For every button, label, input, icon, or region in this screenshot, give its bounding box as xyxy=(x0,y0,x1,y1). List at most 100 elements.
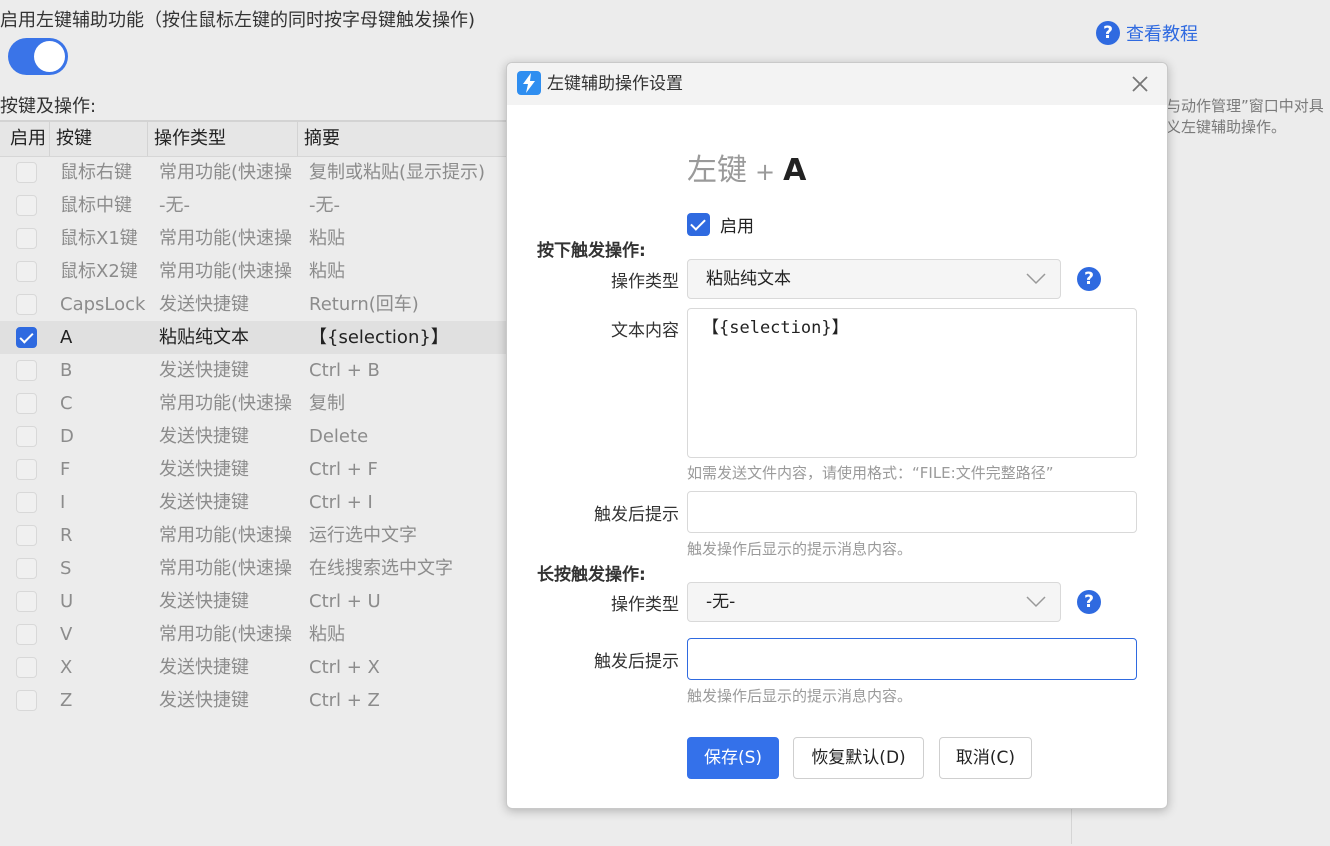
table-row[interactable]: B 发送快捷键 Ctrl + B xyxy=(0,354,506,387)
row-enable-checkbox[interactable] xyxy=(16,261,37,282)
table-row[interactable]: A 粘贴纯文本 【{selection}】 xyxy=(0,321,506,354)
header-op-type[interactable]: 操作类型 xyxy=(148,122,298,156)
help-icon[interactable]: ? xyxy=(1077,590,1101,614)
save-button[interactable]: 保存(S) xyxy=(687,737,779,779)
row-op-type: 常用功能(快速操 xyxy=(159,162,293,183)
row-key: A xyxy=(60,327,73,348)
row-enable-checkbox[interactable] xyxy=(16,492,37,513)
after-tip-hint: 触发操作后显示的提示消息内容。 xyxy=(687,540,913,558)
dialog-title: 左键辅助操作设置 xyxy=(547,74,683,94)
close-icon xyxy=(1132,76,1148,92)
table-row[interactable]: 鼠标右键 常用功能(快速操 复制或粘贴(显示提示) xyxy=(0,156,506,189)
row-enable-checkbox[interactable] xyxy=(16,360,37,381)
row-enable-checkbox[interactable] xyxy=(16,591,37,612)
after-tip-label: 触发后提示 xyxy=(594,505,679,525)
row-key: U xyxy=(60,591,74,612)
row-op-type: 常用功能(快速操 xyxy=(159,558,293,579)
reset-button[interactable]: 恢复默认(D) xyxy=(793,737,924,779)
row-op-type: 常用功能(快速操 xyxy=(159,228,293,249)
row-summary: 复制或粘贴(显示提示) xyxy=(309,162,486,183)
tutorial-link[interactable]: ? 查看教程 xyxy=(1096,20,1198,46)
row-enable-checkbox[interactable] xyxy=(16,228,37,249)
combo-modifier: 左键 xyxy=(687,153,747,188)
select-value: 粘贴纯文本 xyxy=(706,269,791,289)
row-enable-checkbox[interactable] xyxy=(16,162,37,183)
row-enable-checkbox[interactable] xyxy=(16,459,37,480)
table-row[interactable]: Z 发送快捷键 Ctrl + Z xyxy=(0,684,506,717)
op-type-label: 操作类型 xyxy=(611,272,679,292)
row-summary: -无- xyxy=(309,195,340,216)
long-press-section-label: 长按触发操作: xyxy=(537,565,646,585)
long-after-tip-input[interactable] xyxy=(687,638,1137,680)
row-op-type: 常用功能(快速操 xyxy=(159,393,293,414)
long-after-tip-hint: 触发操作后显示的提示消息内容。 xyxy=(687,687,913,705)
feature-title: 启用左键辅助功能（按住鼠标左键的同时按字母键触发操作) xyxy=(0,10,476,31)
row-key: 鼠标X1键 xyxy=(60,228,138,249)
row-enable-checkbox[interactable] xyxy=(16,690,37,711)
help-icon[interactable]: ? xyxy=(1077,267,1101,291)
row-key: D xyxy=(60,426,74,447)
press-op-type-select[interactable]: 粘贴纯文本 xyxy=(687,259,1061,299)
table-row[interactable]: 鼠标X1键 常用功能(快速操 粘贴 xyxy=(0,222,506,255)
settings-dialog: 左键辅助操作设置 左键 + A 启用 按下触发操作: 操作类型 粘贴纯文本 ? 文本… xyxy=(506,62,1168,809)
checkbox-checked-icon xyxy=(687,213,710,236)
row-op-type: 发送快捷键 xyxy=(159,591,249,612)
row-key: C xyxy=(60,393,73,414)
row-key: CapsLock xyxy=(60,294,146,315)
long-after-tip-label: 触发后提示 xyxy=(594,652,679,672)
table-row[interactable]: V 常用功能(快速操 粘贴 xyxy=(0,618,506,651)
row-enable-checkbox[interactable] xyxy=(16,624,37,645)
table-row[interactable]: F 发送快捷键 Ctrl + F xyxy=(0,453,506,486)
long-op-type-select[interactable]: -无- xyxy=(687,582,1061,622)
table-row[interactable]: 鼠标X2键 常用功能(快速操 粘贴 xyxy=(0,255,506,288)
long-op-type-label: 操作类型 xyxy=(611,595,679,615)
row-key: 鼠标X2键 xyxy=(60,261,138,282)
row-enable-checkbox[interactable] xyxy=(16,393,37,414)
row-enable-checkbox[interactable] xyxy=(16,657,37,678)
table-row[interactable]: CapsLock 发送快捷键 Return(回车) xyxy=(0,288,506,321)
table-row[interactable]: S 常用功能(快速操 在线搜索选中文字 xyxy=(0,552,506,585)
row-summary: Ctrl + B xyxy=(309,360,380,381)
row-summary: 复制 xyxy=(309,393,345,414)
close-button[interactable] xyxy=(1129,73,1151,95)
table-row[interactable]: 鼠标中键 -无- -无- xyxy=(0,189,506,222)
enable-checkbox[interactable]: 启用 xyxy=(687,212,754,237)
table-row[interactable]: C 常用功能(快速操 复制 xyxy=(0,387,506,420)
cancel-button[interactable]: 取消(C) xyxy=(939,737,1032,779)
header-key[interactable]: 按键 xyxy=(50,122,148,156)
row-enable-checkbox[interactable] xyxy=(16,195,37,216)
table-row[interactable]: D 发送快捷键 Delete xyxy=(0,420,506,453)
table-row[interactable]: R 常用功能(快速操 运行选中文字 xyxy=(0,519,506,552)
after-tip-input[interactable] xyxy=(687,491,1137,533)
text-content-textarea[interactable]: 【{selection}】 xyxy=(687,308,1137,458)
row-summary: Ctrl + I xyxy=(309,492,373,513)
row-enable-checkbox[interactable] xyxy=(16,294,37,315)
table-row[interactable]: X 发送快捷键 Ctrl + X xyxy=(0,651,506,684)
select-value: -无- xyxy=(706,592,736,612)
row-enable-checkbox[interactable] xyxy=(16,558,37,579)
row-key: X xyxy=(60,657,73,678)
row-key: R xyxy=(60,525,73,546)
text-content-hint: 如需发送文件内容，请使用格式：“FILE:文件完整路径” xyxy=(687,464,1054,482)
key-table: 启用 按键 操作类型 摘要 鼠标右键 常用功能(快速操 复制或粘贴(显示提示) 鼠标中… xyxy=(0,120,506,846)
header-summary[interactable]: 摘要 xyxy=(298,122,506,156)
side-note-line: 与动作管理”窗口中对具 xyxy=(1166,97,1324,115)
row-op-type: 发送快捷键 xyxy=(159,690,249,711)
row-enable-checkbox[interactable] xyxy=(16,426,37,447)
row-summary: 运行选中文字 xyxy=(309,525,417,546)
header-enabled[interactable]: 启用 xyxy=(4,122,50,156)
row-summary: Ctrl + Z xyxy=(309,690,380,711)
keys-section-label: 按键及操作: xyxy=(0,96,97,117)
feature-toggle[interactable] xyxy=(8,38,68,75)
table-row[interactable]: U 发送快捷键 Ctrl + U xyxy=(0,585,506,618)
row-enable-checkbox[interactable] xyxy=(16,525,37,546)
row-summary: Ctrl + U xyxy=(309,591,381,612)
row-op-type: 发送快捷键 xyxy=(159,360,249,381)
row-op-type: 粘贴纯文本 xyxy=(159,327,249,348)
row-summary: 粘贴 xyxy=(309,261,345,282)
tutorial-link-label: 查看教程 xyxy=(1126,24,1198,45)
row-key: F xyxy=(60,459,71,480)
row-enable-checkbox[interactable] xyxy=(16,327,37,348)
table-row[interactable]: I 发送快捷键 Ctrl + I xyxy=(0,486,506,519)
row-key: S xyxy=(60,558,72,579)
